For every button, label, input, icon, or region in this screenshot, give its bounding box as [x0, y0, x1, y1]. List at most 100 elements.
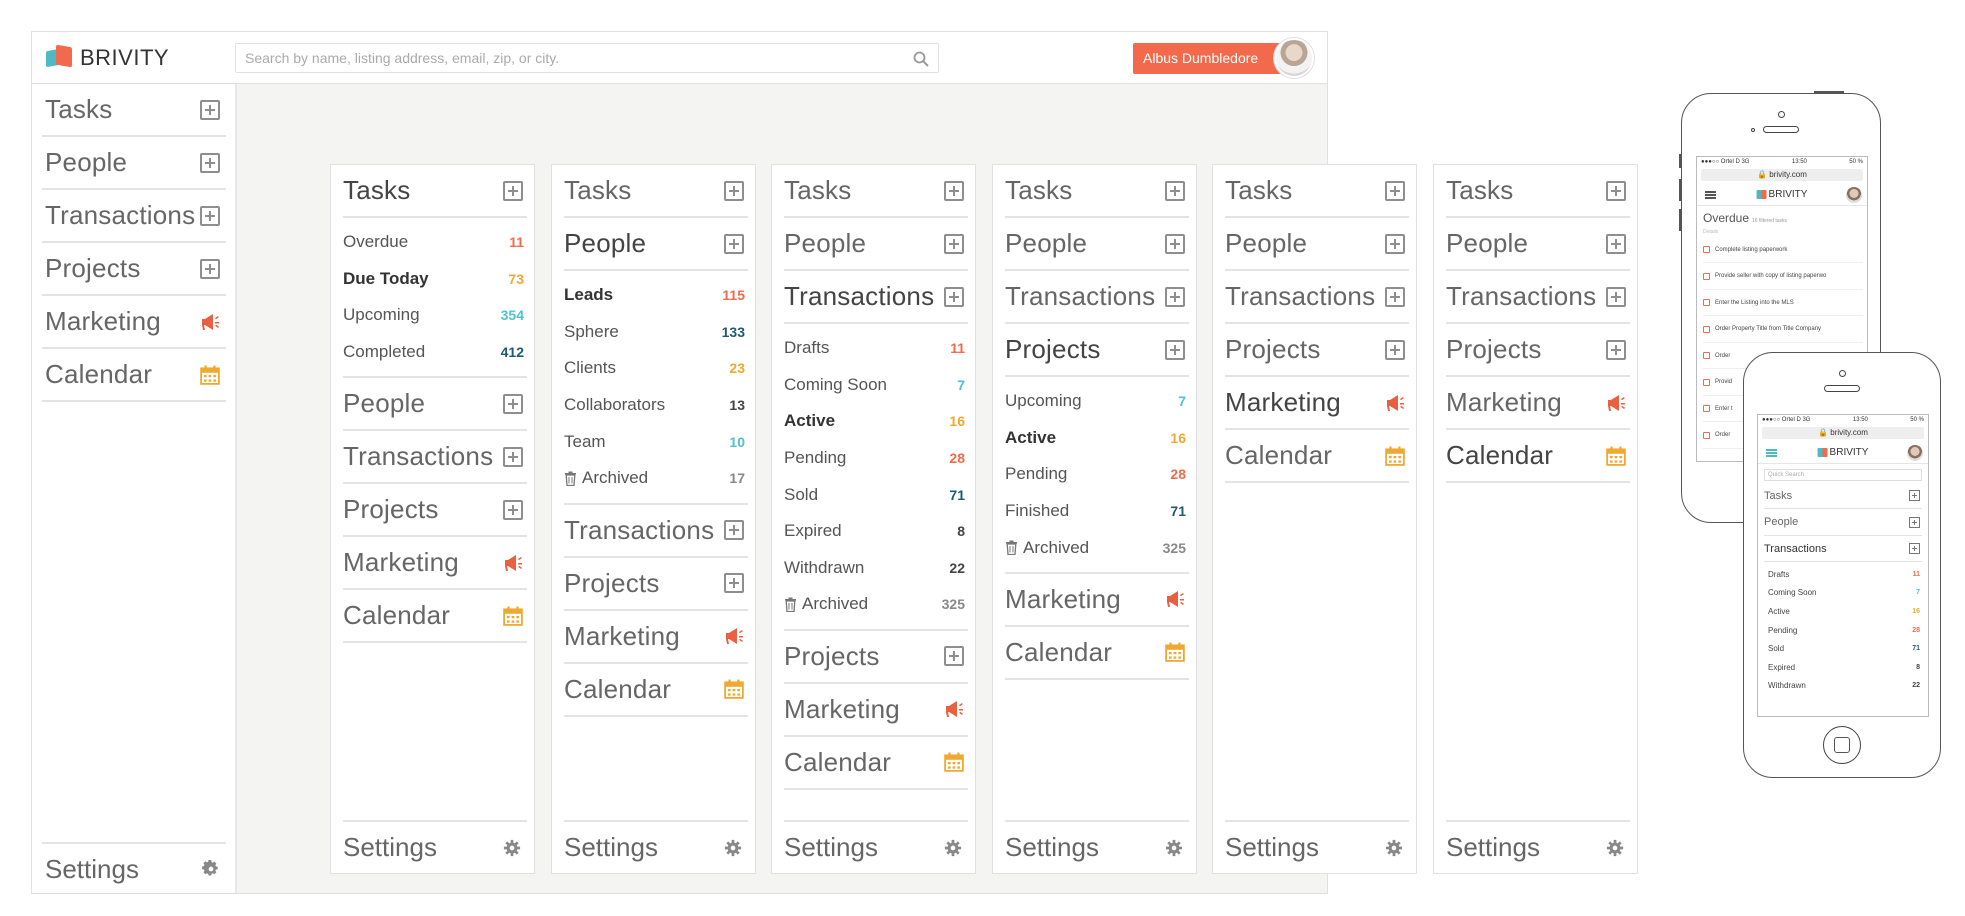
plus-box-icon[interactable] [200, 205, 220, 226]
nav-item-marketing[interactable]: Marketing [1446, 377, 1630, 430]
column-settings[interactable]: Settings [1446, 820, 1630, 873]
megaphone-icon[interactable] [724, 626, 744, 646]
phone2-submenu-item[interactable]: Expired 8 [1768, 658, 1920, 677]
phone2-nav-item[interactable]: People [1764, 510, 1922, 536]
nav-item-projects[interactable]: Projects [1225, 324, 1409, 377]
nav-item-tasks[interactable]: Tasks [1225, 165, 1409, 218]
nav-item-people[interactable]: People [564, 218, 748, 271]
nav-item-people[interactable]: People [1005, 218, 1189, 271]
plus-box-icon[interactable] [724, 233, 744, 254]
sidebar-item-people[interactable]: People [42, 137, 226, 190]
plus-box-icon[interactable] [200, 152, 220, 173]
column-settings[interactable]: Settings [564, 820, 748, 873]
submenu-item[interactable]: Archived 325 [1005, 529, 1189, 566]
phone2-nav-item[interactable]: Tasks [1764, 483, 1922, 509]
sidebar-item-marketing[interactable]: Marketing [42, 296, 226, 349]
phone2-submenu-item[interactable]: Drafts 11 [1768, 565, 1920, 584]
task-checkbox[interactable] [1703, 405, 1710, 412]
nav-item-projects[interactable]: Projects [1005, 324, 1189, 377]
submenu-item[interactable]: Sold 71 [784, 476, 968, 513]
nav-item-transactions[interactable]: Transactions [343, 431, 527, 485]
plus-box-icon[interactable] [503, 446, 523, 467]
phone1-task-row[interactable]: Provide seller with copy of listing pape… [1703, 264, 1863, 290]
submenu-item[interactable]: Expired 8 [784, 513, 968, 550]
nav-item-tasks[interactable]: Tasks [784, 165, 968, 218]
phone1-url-bar[interactable]: 🔒 brivity.com [1701, 169, 1863, 181]
submenu-item[interactable]: Withdrawn 22 [784, 550, 968, 587]
plus-box-icon[interactable] [1606, 233, 1626, 254]
search-input[interactable] [236, 44, 938, 72]
phone1-task-row[interactable]: Enter the Listing into the MLS [1703, 290, 1863, 316]
nav-item-marketing[interactable]: Marketing [784, 684, 968, 737]
plus-box-icon[interactable] [503, 180, 523, 201]
phone2-url-bar[interactable]: 🔒 brivity.com [1762, 427, 1924, 439]
nav-item-marketing[interactable]: Marketing [343, 537, 527, 591]
brivity-logo[interactable]: BRIVITY [46, 44, 169, 70]
plus-box-icon[interactable] [1165, 286, 1185, 307]
nav-item-marketing[interactable]: Marketing [1225, 377, 1409, 430]
plus-box-icon[interactable] [1165, 180, 1185, 201]
plus-box-icon[interactable] [944, 180, 964, 201]
submenu-item[interactable]: Due Today 73 [343, 261, 527, 298]
sidebar-item-projects[interactable]: Projects [42, 243, 226, 296]
sidebar-settings[interactable]: Settings [42, 842, 226, 894]
plus-box-icon[interactable] [1606, 286, 1626, 307]
nav-item-calendar[interactable]: Calendar [343, 590, 527, 644]
plus-box-icon[interactable] [200, 99, 220, 120]
nav-item-calendar[interactable]: Calendar [1225, 430, 1409, 483]
submenu-item[interactable]: Sphere 133 [564, 314, 748, 351]
phone-home-button[interactable] [1823, 726, 1861, 764]
plus-box-icon[interactable] [503, 499, 523, 520]
calendar-icon[interactable] [1165, 642, 1185, 663]
phone1-task-row[interactable]: Complete listing paperwork [1703, 237, 1863, 263]
nav-item-calendar[interactable]: Calendar [1005, 627, 1189, 680]
nav-item-calendar[interactable]: Calendar [564, 664, 748, 717]
nav-item-calendar[interactable]: Calendar [1446, 430, 1630, 483]
calendar-icon[interactable] [200, 365, 220, 385]
submenu-item[interactable]: Overdue 11 [343, 224, 527, 261]
nav-item-tasks[interactable]: Tasks [1005, 165, 1189, 218]
calendar-icon[interactable] [503, 606, 523, 626]
plus-box-icon[interactable] [1165, 233, 1185, 254]
plus-box-icon[interactable] [724, 520, 744, 541]
nav-item-transactions[interactable]: Transactions [784, 271, 968, 324]
nav-item-transactions[interactable]: Transactions [1225, 271, 1409, 324]
nav-item-projects[interactable]: Projects [564, 558, 748, 611]
nav-item-projects[interactable]: Projects [1446, 324, 1630, 377]
nav-item-people[interactable]: People [343, 378, 527, 432]
column-settings[interactable]: Settings [1005, 820, 1189, 873]
plus-box-icon[interactable] [200, 258, 220, 279]
submenu-item[interactable]: Leads 115 [564, 277, 748, 314]
nav-item-marketing[interactable]: Marketing [564, 611, 748, 664]
plus-box-icon[interactable] [503, 393, 523, 414]
submenu-item[interactable]: Pending 28 [784, 440, 968, 477]
submenu-item[interactable]: Collaborators 13 [564, 387, 748, 424]
phone2-nav-item[interactable]: Transactions [1764, 536, 1922, 562]
plus-box-icon[interactable] [1909, 543, 1920, 554]
search-icon[interactable] [913, 51, 929, 67]
plus-box-icon[interactable] [1385, 233, 1405, 254]
plus-box-icon[interactable] [724, 573, 744, 594]
nav-item-projects[interactable]: Projects [784, 631, 968, 684]
column-settings[interactable]: Settings [1225, 820, 1409, 873]
submenu-item[interactable]: Pending 28 [1005, 456, 1189, 493]
submenu-item[interactable]: Active 16 [1005, 420, 1189, 457]
megaphone-icon[interactable] [200, 312, 220, 332]
task-checkbox[interactable] [1703, 325, 1710, 333]
submenu-item[interactable]: Upcoming 7 [1005, 383, 1189, 420]
plus-box-icon[interactable] [1606, 180, 1626, 201]
submenu-item[interactable]: Archived 17 [564, 460, 748, 497]
nav-item-calendar[interactable]: Calendar [784, 737, 968, 790]
task-checkbox[interactable] [1703, 352, 1710, 359]
nav-item-transactions[interactable]: Transactions [564, 505, 748, 558]
phone2-submenu-item[interactable]: Active 16 [1768, 602, 1920, 621]
calendar-icon[interactable] [1606, 446, 1626, 466]
sidebar-item-calendar[interactable]: Calendar [42, 349, 226, 402]
megaphone-icon[interactable] [944, 699, 964, 719]
plus-box-icon[interactable] [944, 286, 964, 307]
user-avatar[interactable] [1274, 38, 1314, 78]
nav-item-projects[interactable]: Projects [343, 484, 527, 538]
nav-item-marketing[interactable]: Marketing [1005, 574, 1189, 627]
submenu-item[interactable]: Archived 325 [784, 586, 968, 623]
plus-box-icon[interactable] [724, 180, 744, 201]
